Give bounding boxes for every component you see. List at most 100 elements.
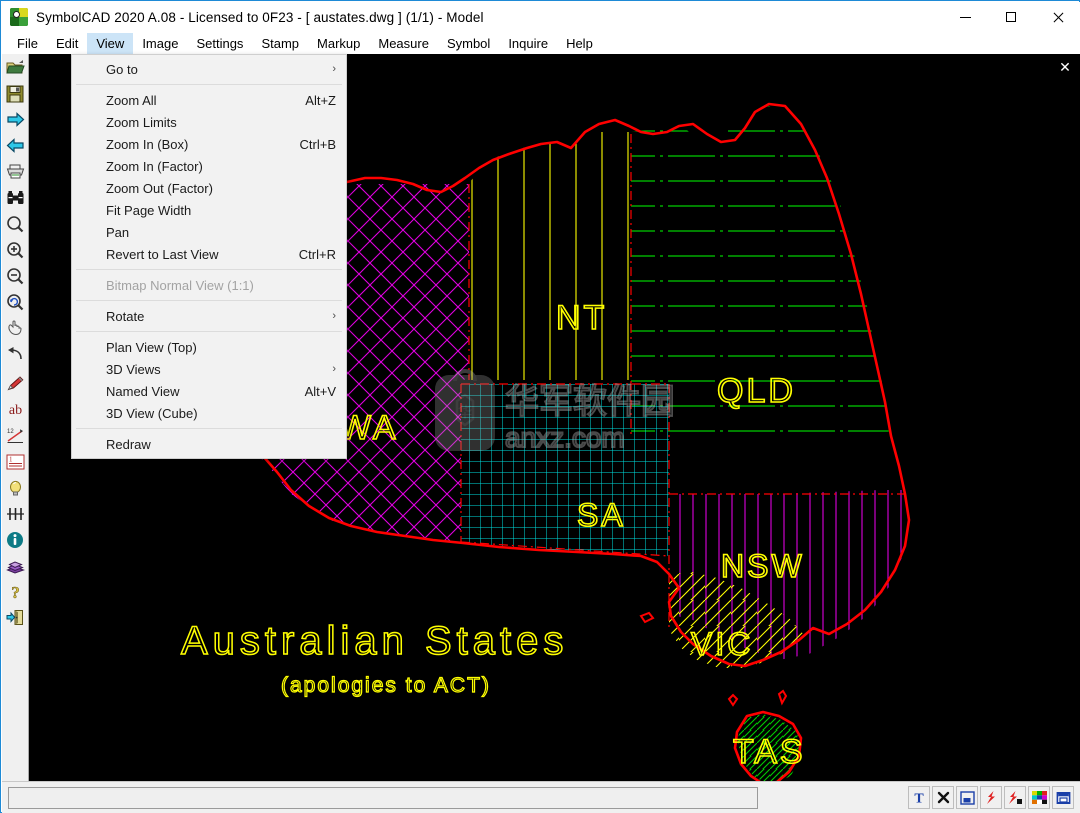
menu-measure[interactable]: Measure [369, 33, 438, 54]
menu-item-go-to[interactable]: Go to › [72, 58, 346, 80]
menu-item-label: Fit Page Width [106, 202, 192, 218]
open-file-icon[interactable] [2, 55, 28, 80]
delete-tool-icon[interactable] [932, 786, 954, 809]
chevron-right-icon: › [332, 363, 336, 375]
command-input[interactable] [8, 786, 758, 809]
canvas-close-icon[interactable]: ✕ [1056, 58, 1074, 76]
minimize-button[interactable] [942, 2, 988, 32]
layers-icon[interactable] [1052, 786, 1074, 809]
menu-item-named-view[interactable]: Named View Alt+V [72, 380, 346, 402]
state-label-wa: WA [339, 409, 399, 447]
menu-item-3d-view-cube[interactable]: 3D View (Cube) [72, 402, 346, 424]
menu-item-label: Pan [106, 224, 130, 240]
menu-item-zoom-limits[interactable]: Zoom Limits [72, 111, 346, 133]
menu-image[interactable]: Image [133, 33, 187, 54]
application-window: SymbolCAD 2020 A.08 - Licensed to 0F23 -… [0, 0, 1080, 813]
menu-item-label: Zoom Limits [106, 114, 177, 130]
chevron-right-icon: › [332, 63, 336, 75]
highlight-bulb-icon[interactable] [2, 475, 28, 500]
state-label-tas: TAS [733, 733, 806, 771]
drawing-title-block: Australian States (apologies to ACT) [180, 618, 568, 697]
window-controls [942, 2, 1080, 32]
title-bar: SymbolCAD 2020 A.08 - Licensed to 0F23 -… [2, 2, 1080, 32]
settings-sliders-icon[interactable] [2, 501, 28, 526]
maximize-button[interactable] [988, 2, 1034, 32]
status-bar: T [2, 781, 1080, 813]
menu-item-redraw[interactable]: Redraw [72, 433, 346, 455]
chevron-right-icon: › [332, 310, 336, 322]
menu-item-zoom-out-factor[interactable]: Zoom Out (Factor) [72, 177, 346, 199]
zoom-out-icon[interactable] [2, 263, 28, 288]
window-tile-icon[interactable] [956, 786, 978, 809]
menu-settings[interactable]: Settings [187, 33, 252, 54]
menu-item-label: Named View [106, 383, 180, 399]
menu-item-fit-page-width[interactable]: Fit Page Width [72, 199, 346, 221]
menu-item-accelerator: Ctrl+B [299, 136, 336, 152]
pan-hand-icon[interactable] [2, 315, 28, 340]
window-title: SymbolCAD 2020 A.08 - Licensed to 0F23 -… [36, 9, 484, 25]
menu-item-revert-to-last-view[interactable]: Revert to Last View Ctrl+R [72, 243, 346, 265]
state-label-nt: NT [556, 299, 607, 337]
left-toolbar: ab 12 1 ? [2, 54, 29, 781]
drawing-title: Australian States [181, 619, 568, 663]
zoom-previous-icon[interactable] [2, 289, 28, 314]
previous-page-icon[interactable] [2, 133, 28, 158]
menu-item-label: 3D View (Cube) [106, 405, 198, 421]
drawing-subtitle: (apologies to ACT) [281, 674, 491, 697]
menu-item-plan-view-top[interactable]: Plan View (Top) [72, 336, 346, 358]
menu-symbol[interactable]: Symbol [438, 33, 499, 54]
menu-stamp[interactable]: Stamp [252, 33, 308, 54]
menu-item-pan[interactable]: Pan [72, 221, 346, 243]
menu-item-label: Zoom All [106, 92, 157, 108]
measure-distance-icon[interactable]: 12 [2, 423, 28, 448]
state-label-qld: QLD [717, 372, 796, 410]
menu-item-zoom-in-factor[interactable]: Zoom In (Factor) [72, 155, 346, 177]
menu-inquire[interactable]: Inquire [499, 33, 557, 54]
menu-item-label: Go to [106, 61, 138, 77]
save-icon[interactable] [2, 81, 28, 106]
menu-file[interactable]: File [8, 33, 47, 54]
menu-help[interactable]: Help [557, 33, 602, 54]
svg-text:?: ? [11, 583, 20, 601]
symbolcad-icon [10, 8, 28, 26]
menu-item-rotate[interactable]: Rotate › [72, 305, 346, 327]
menu-item-label: Zoom In (Box) [106, 136, 189, 152]
close-button[interactable] [1034, 2, 1080, 32]
menu-separator [76, 269, 342, 270]
zoom-in-icon[interactable] [2, 237, 28, 262]
exit-door-icon[interactable] [2, 605, 28, 630]
next-page-icon[interactable] [2, 107, 28, 132]
svg-text:12: 12 [7, 429, 14, 435]
menu-item-label: 3D Views [106, 361, 161, 377]
undo-icon[interactable] [2, 341, 28, 366]
text-tool-icon[interactable]: T [908, 786, 930, 809]
menu-item-zoom-all[interactable]: Zoom All Alt+Z [72, 89, 346, 111]
menu-markup[interactable]: Markup [308, 33, 369, 54]
menu-item-accelerator: Alt+Z [305, 92, 336, 108]
menu-separator [76, 84, 342, 85]
info-icon[interactable] [2, 527, 28, 552]
help-question-icon[interactable]: ? [2, 579, 28, 604]
menu-item-label: Rotate [106, 308, 145, 324]
menu-item-label: Zoom In (Factor) [106, 158, 203, 174]
lightning-icon[interactable] [980, 786, 1002, 809]
reference-book-icon[interactable] [2, 553, 28, 578]
menu-view[interactable]: View [87, 32, 134, 54]
zoom-window-icon[interactable] [2, 211, 28, 236]
line-style-icon[interactable]: 1 [2, 449, 28, 474]
text-ab-icon[interactable]: ab [2, 397, 28, 422]
menu-bar: File Edit View Image Settings Stamp Mark… [2, 32, 1080, 54]
pencil-markup-icon[interactable] [2, 371, 28, 396]
menu-item-zoom-in-box[interactable]: Zoom In (Box) Ctrl+B [72, 133, 346, 155]
print-icon[interactable] [2, 159, 28, 184]
menu-item-accelerator: Alt+V [304, 383, 336, 399]
menu-item-bitmap-normal-view: Bitmap Normal View (1:1) [72, 274, 346, 296]
status-bar-tools: T [908, 786, 1074, 809]
color-palette-icon[interactable] [1028, 786, 1050, 809]
state-label-vic: VIC [691, 626, 753, 662]
menu-item-label: Revert to Last View [106, 246, 219, 262]
menu-edit[interactable]: Edit [47, 33, 87, 54]
binoculars-icon[interactable] [2, 185, 28, 210]
menu-item-3d-views[interactable]: 3D Views › [72, 358, 346, 380]
lightning-fill-icon[interactable] [1004, 786, 1026, 809]
